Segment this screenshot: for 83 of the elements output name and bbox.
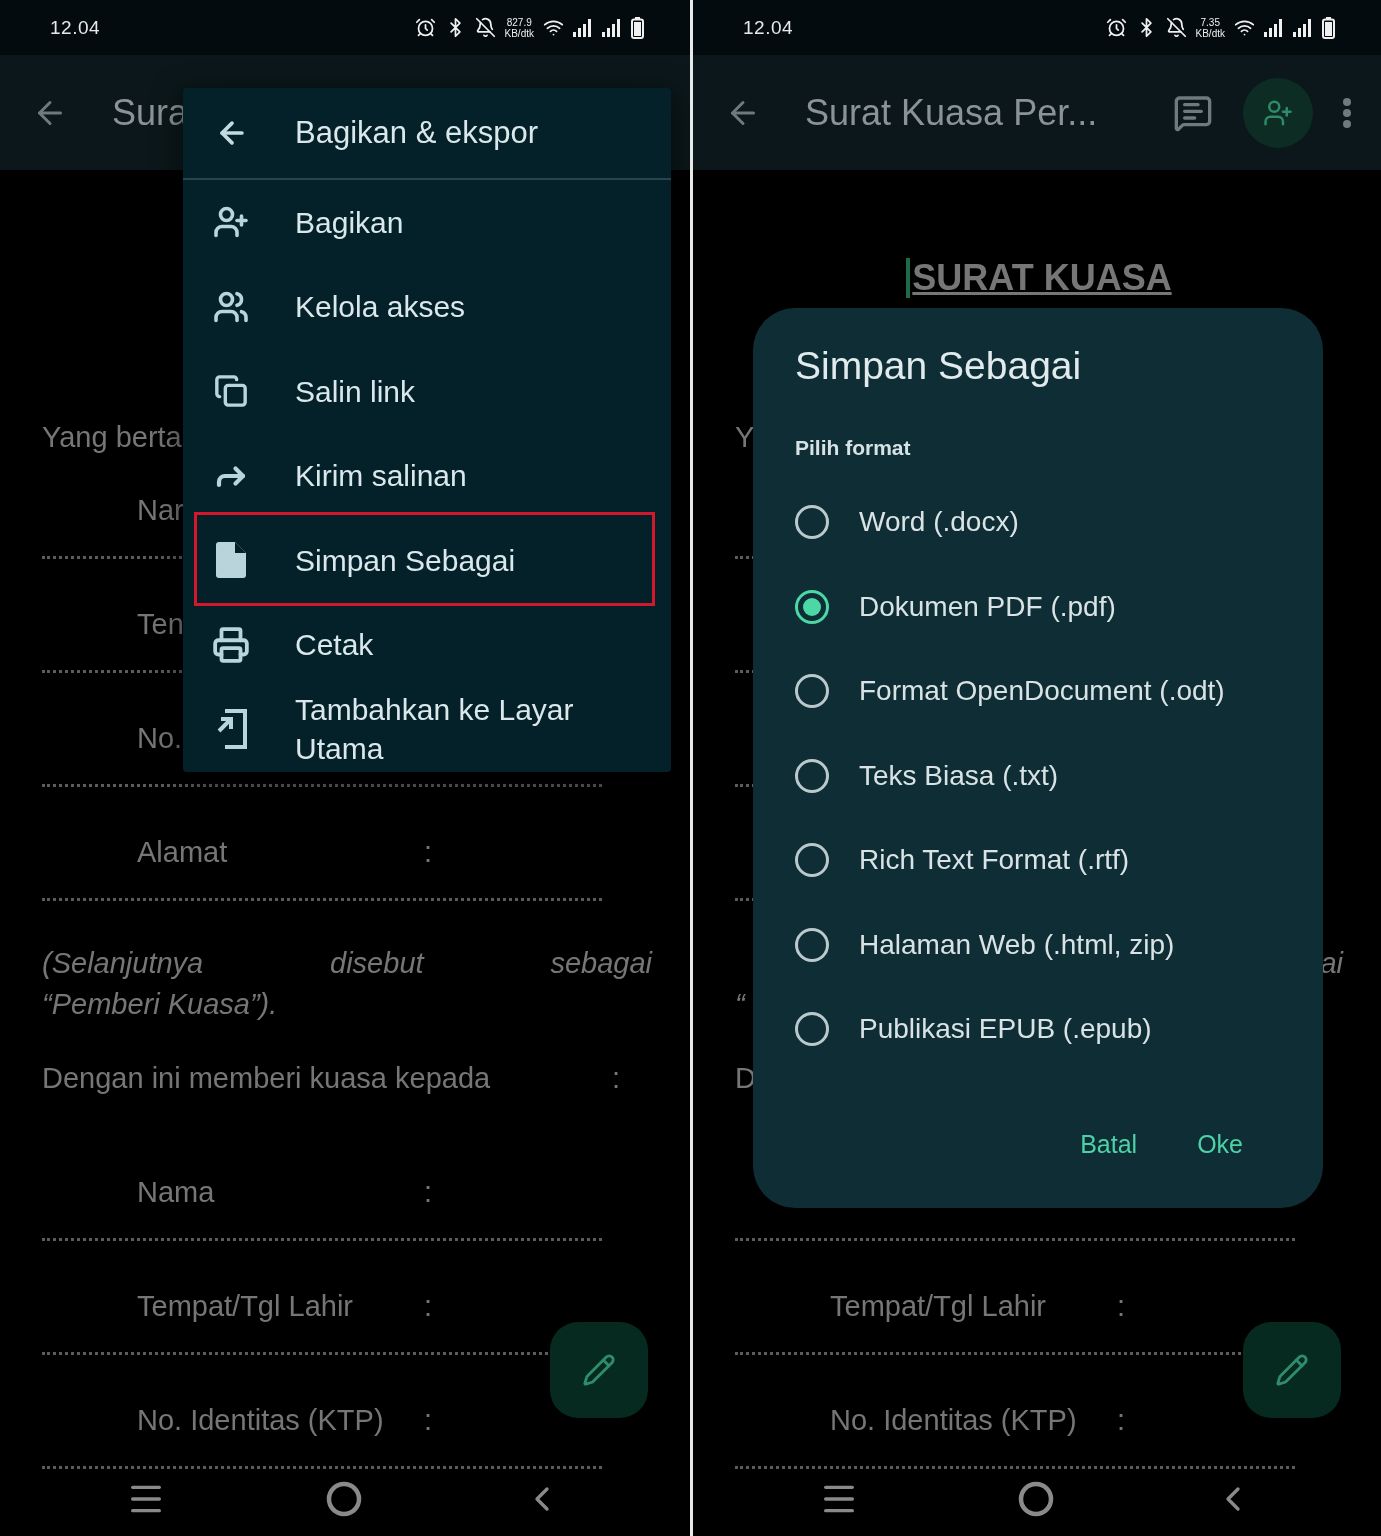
document-text: Dengan ini memberi kuasa kepada: [42, 1061, 491, 1095]
format-option[interactable]: Word (.docx): [859, 506, 1019, 539]
format-option[interactable]: Format OpenDocument (.odt): [859, 675, 1225, 708]
dialog-button[interactable]: Oke: [1191, 1121, 1249, 1167]
circle-icon: [1018, 1481, 1054, 1517]
signal-icon: [602, 18, 622, 37]
menu-item[interactable]: Cetak: [183, 602, 671, 687]
field-label: Nar: [137, 493, 184, 527]
document-title: Surat Kuasa Per...: [805, 91, 1098, 134]
network-speed: 7.35: [1200, 16, 1220, 28]
signal-icon: [1264, 18, 1284, 37]
bell-off-icon: [1165, 17, 1187, 38]
document-heading: SURAT KUASA: [912, 257, 1172, 299]
clock-time: 12.04: [743, 16, 794, 39]
format-option[interactable]: Rich Text Format (.rtf): [859, 844, 1130, 877]
radio-button[interactable]: [795, 589, 829, 624]
menu-item[interactable]: Salin link: [183, 349, 671, 434]
field-label: No. Identitas (KTP): [830, 1403, 1077, 1437]
document-text: Yang berta: [42, 420, 182, 454]
battery-icon: [1322, 16, 1335, 39]
pencil-icon: [1275, 1353, 1309, 1387]
document-text: Y: [735, 420, 755, 454]
italic-text: sebagai: [550, 947, 652, 980]
home-button[interactable]: [1018, 1481, 1054, 1517]
colon-text: :: [424, 1175, 433, 1209]
colon-text: :: [612, 1061, 621, 1095]
home-button[interactable]: [326, 1481, 362, 1517]
radio-button[interactable]: [795, 927, 829, 962]
field-label: Nama: [137, 1175, 215, 1209]
radio-button[interactable]: [795, 1012, 829, 1047]
print-icon: [212, 625, 250, 664]
network-speed: 827.9: [506, 16, 532, 28]
field-label: No. Identitas (KTP): [137, 1403, 384, 1437]
add-to-home-icon: [215, 709, 247, 750]
format-option[interactable]: Dokumen PDF (.pdf): [859, 590, 1116, 623]
dialog-title: Simpan Sebagai: [795, 344, 1083, 388]
alarm-icon: [1105, 17, 1127, 38]
edit-button[interactable]: [1243, 1322, 1341, 1418]
signal-icon: [1293, 18, 1313, 37]
italic-text: disebut: [330, 947, 424, 980]
menu-item[interactable]: Simpan Sebagai: [183, 518, 671, 603]
italic-text: “: [735, 988, 745, 1021]
format-option[interactable]: Halaman Web (.html, zip): [859, 928, 1175, 961]
speed-unit: KB/dtk: [1195, 27, 1225, 39]
menu-title: Bagikan & ekspor: [295, 115, 538, 151]
pencil-icon: [582, 1353, 616, 1387]
colon-text: :: [1117, 1289, 1126, 1323]
colon-text: :: [424, 1289, 433, 1323]
more-button[interactable]: [1343, 97, 1351, 128]
menu-item[interactable]: Kirim salinan: [183, 433, 671, 518]
signal-icon: [573, 18, 593, 37]
format-option[interactable]: Publikasi EPUB (.epub): [859, 1013, 1152, 1046]
italic-text: (Selanjutnya: [42, 947, 204, 980]
menu-item[interactable]: Bagikan: [183, 180, 671, 265]
more-icon: [1343, 97, 1351, 128]
clock-time: 12.04: [50, 16, 101, 39]
italic-text: “Pemberi Kuasa”).: [42, 988, 278, 1021]
bell-off-icon: [474, 17, 496, 38]
radio-button[interactable]: [795, 843, 829, 878]
radio-button[interactable]: [795, 758, 829, 793]
edit-button[interactable]: [550, 1322, 648, 1418]
radio-button[interactable]: [795, 505, 829, 540]
menu-item[interactable]: Kelola akses: [183, 264, 671, 349]
field-label: No.: [137, 721, 183, 755]
colon-text: :: [424, 1403, 433, 1437]
colon-text: :: [1117, 1403, 1126, 1437]
battery-icon: [631, 16, 644, 39]
speed-unit: KB/dtk: [504, 27, 534, 39]
field-label: Tempat/Tgl Lahir: [830, 1289, 1046, 1323]
dialog-button[interactable]: Batal: [1074, 1121, 1144, 1167]
field-label: Tempat/Tgl Lahir: [137, 1289, 353, 1323]
field-label: Alamat: [137, 835, 228, 869]
text-cursor: [906, 258, 911, 298]
dialog-subtitle: Pilih format: [795, 436, 912, 460]
file-icon: [216, 542, 246, 579]
circle-icon: [326, 1481, 362, 1517]
alarm-icon: [414, 17, 436, 38]
format-option[interactable]: Teks Biasa (.txt): [859, 759, 1059, 792]
colon-text: :: [424, 835, 433, 869]
menu-item[interactable]: Tambahkan ke Layar Utama: [183, 687, 671, 772]
copy-icon: [214, 374, 248, 409]
radio-button[interactable]: [795, 674, 829, 709]
field-label: Ten: [137, 607, 184, 641]
